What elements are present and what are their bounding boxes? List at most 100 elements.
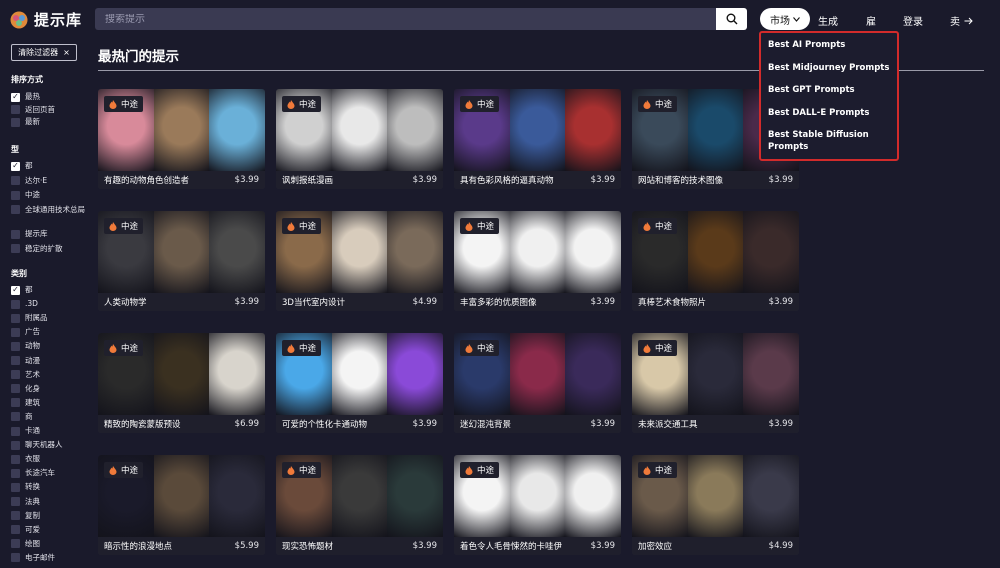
checkbox[interactable] [11,454,20,464]
checkbox[interactable] [11,190,20,200]
checkbox[interactable] [11,229,20,239]
filter-option-type[interactable]: 达尔·E [11,176,91,186]
filter-option-category[interactable]: 化身 [11,384,91,394]
filter-option-category[interactable]: 动物 [11,341,91,351]
checkbox[interactable] [11,384,20,394]
prompt-card[interactable]: 中途 具有色彩风格的逼真动物 $3.99 [454,89,621,189]
filter-option-category[interactable]: 可爱 [11,525,91,535]
search-input[interactable] [105,13,716,25]
card-price: $3.99 [412,419,437,429]
checkbox[interactable] [11,511,20,521]
prompt-card[interactable]: 中途 加密效应 $4.99 [632,455,799,555]
filter-option-type[interactable]: 中途 [11,190,91,200]
filter-option-sort[interactable]: ✓ 最热 [11,92,91,102]
checkbox-checked[interactable]: ✓ [11,92,20,102]
prompt-card[interactable]: 中途 3D当代室内设计 $4.99 [276,211,443,311]
prompt-card[interactable]: 中途 人类动物学 $3.99 [98,211,265,311]
clear-filters-button[interactable]: 清除过滤器 × [11,44,77,61]
checkbox[interactable] [11,553,20,563]
prompt-card[interactable]: 中途 丰富多彩的优质图像 $3.99 [454,211,621,311]
filter-option-sort[interactable]: 返回页首 [11,105,91,115]
checkbox[interactable] [11,299,20,309]
checkbox-checked[interactable]: ✓ [11,161,20,171]
filter-option-category[interactable]: ✓ 都 [11,285,91,295]
checkbox[interactable] [11,370,20,380]
checkbox[interactable] [11,313,20,323]
filter-option-category[interactable]: .3D [11,299,91,309]
filter-option-category[interactable]: 卡通 [11,426,91,436]
search-button[interactable] [716,8,747,30]
checkbox[interactable] [11,205,20,214]
filter-option-category[interactable]: 转换 [11,482,91,492]
filter-option-category[interactable]: 电子邮件 [11,553,91,563]
filter-option-label: 都 [25,161,33,170]
chevron-down-icon [793,16,800,22]
checkbox[interactable] [11,482,20,492]
logo[interactable]: 提示库 [10,9,82,30]
filter-option-category[interactable]: 法典 [11,497,91,507]
prompt-card[interactable]: 中途 现实恐怖题材 $3.99 [276,455,443,555]
dropdown-item[interactable]: Best Stable Diffusion Prompts [768,129,897,153]
filter-option-category[interactable]: 衣服 [11,454,91,464]
checkbox-checked[interactable]: ✓ [11,285,20,295]
filter-option-category[interactable]: 长途汽车 [11,468,91,478]
prompt-card[interactable]: 中途 精致的陶瓷蒙版预设 $6.99 [98,333,265,433]
prompt-card[interactable]: 中途 着色令人毛骨悚然的卡哇伊 $3.99 [454,455,621,555]
checkbox[interactable] [11,468,20,478]
nav-generate[interactable]: 生成 [818,13,838,28]
market-dropdown-menu: Best AI Prompts Best Midjourney Prompts Be… [759,31,899,161]
checkbox[interactable] [11,117,20,127]
prompt-card[interactable]: 中途 有趣的动物角色创造者 $3.99 [98,89,265,189]
prompt-card[interactable]: 中途 可爱的个性化卡通动物 $3.99 [276,333,443,433]
checkbox[interactable] [11,539,20,549]
flame-icon [287,465,295,475]
dropdown-item[interactable]: Best GPT Prompts [768,84,897,96]
prompt-card[interactable]: 中途 迷幻混沌背景 $3.99 [454,333,621,433]
checkbox[interactable] [11,398,20,408]
filter-option-sort[interactable]: 最新 [11,117,91,127]
checkbox[interactable] [11,412,20,422]
close-icon: × [63,48,70,57]
checkbox[interactable] [11,440,20,450]
card-footer: 网站和博客的技术图像 $3.99 [632,171,799,189]
checkbox[interactable] [11,327,20,337]
prompt-card[interactable]: 中途 未来派交通工具 $3.99 [632,333,799,433]
dropdown-item[interactable]: Best DALL-E Prompts [768,107,897,119]
filter-option-label: 动物 [25,341,40,351]
filter-option-category[interactable]: 聊天机器人 [11,440,91,450]
checkbox[interactable] [11,525,20,535]
nav-login[interactable]: 登录 [903,13,923,28]
checkbox[interactable] [11,176,20,185]
checkbox[interactable] [11,497,20,506]
card-title: 暗示性的浪漫地点 [104,542,173,552]
filter-option-type[interactable]: 稳定的扩散 [11,244,91,254]
dropdown-item[interactable]: Best Midjourney Prompts [768,62,897,74]
filter-option-category[interactable]: 建筑 [11,398,91,408]
filter-option-label: 转换 [25,482,40,492]
dropdown-item[interactable]: Best AI Prompts [768,39,897,51]
filter-option-category[interactable]: 绘图 [11,539,91,549]
prompt-card[interactable]: 中途 真棒艺术食物照片 $3.99 [632,211,799,311]
checkbox[interactable] [11,105,20,114]
checkbox[interactable] [11,426,20,436]
filter-option-type[interactable]: 提示库 [11,229,91,239]
filter-option-category[interactable]: 艺术 [11,370,91,380]
filter-option-category[interactable]: 复制 [11,511,91,521]
filter-option-type[interactable]: 全球通用技术总局 [11,205,91,215]
prompt-card[interactable]: 中途 暗示性的浪漫地点 $5.99 [98,455,265,555]
checkbox[interactable] [11,341,20,351]
filter-option-category[interactable]: 商 [11,412,91,422]
nav-hire[interactable]: 雇 [866,13,876,28]
market-dropdown-button[interactable]: 市场 [760,8,810,30]
checkbox[interactable] [11,356,20,365]
nav-sell[interactable]: 卖 [950,13,973,28]
midjourney-badge: 中途 [282,340,322,356]
prompt-card[interactable]: 中途 讽刺报纸漫画 $3.99 [276,89,443,189]
nav-sell-label: 卖 [950,17,960,28]
filter-option-type[interactable]: ✓ 都 [11,161,91,171]
card-price: $4.99 [768,541,793,551]
filter-option-category[interactable]: 动漫 [11,356,91,366]
filter-option-category[interactable]: 广告 [11,327,91,337]
filter-option-category[interactable]: 附属品 [11,313,91,323]
checkbox[interactable] [11,244,20,253]
